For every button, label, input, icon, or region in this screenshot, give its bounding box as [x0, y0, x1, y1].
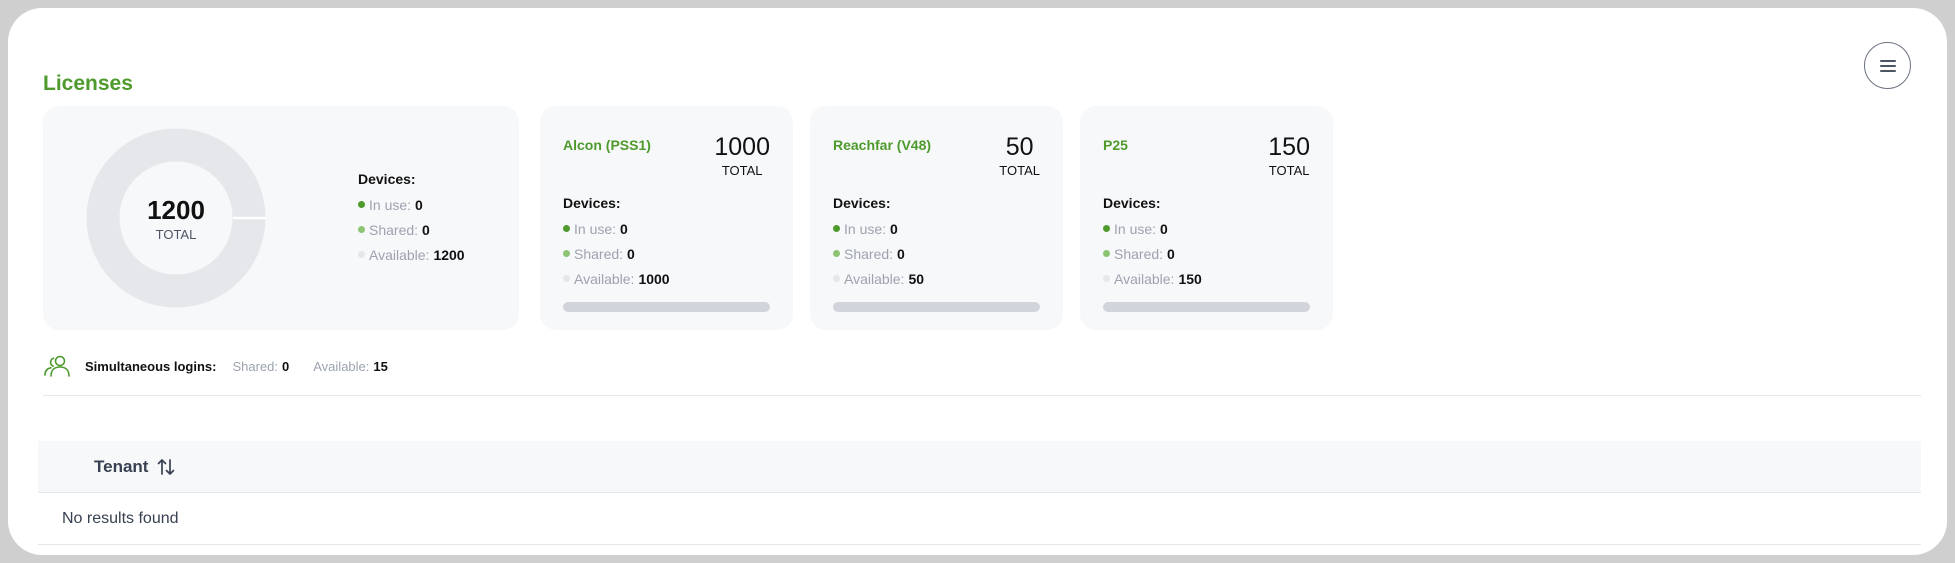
available-stat: Available: 150	[1103, 270, 1202, 287]
sim-available-value: 15	[373, 358, 388, 374]
empty-state-text: No results found	[62, 509, 179, 527]
column-label: Tenant	[94, 456, 149, 476]
total-label: TOTAL	[155, 226, 197, 242]
available-dot	[1103, 275, 1110, 282]
license-devices: Devices: In use: 0 Shared: 0 Available: 50	[833, 195, 924, 296]
column-header-tenant[interactable]: Tenant	[94, 457, 176, 477]
in-use-value: 0	[1160, 220, 1168, 237]
license-total-label: TOTAL	[999, 162, 1040, 178]
license-usage-bar	[833, 302, 1040, 312]
available-value: 1000	[638, 270, 670, 287]
license-card-alcon: Alcon (PSS1) 1000 TOTAL Devices: In use:…	[540, 106, 793, 330]
page-title: Licenses	[43, 72, 133, 95]
shared-dot	[833, 250, 840, 257]
available-label: Available:	[574, 270, 635, 287]
total-licenses-card: 1200 TOTAL Devices: In use: 0 Shared: 0 …	[43, 106, 519, 330]
users-icon	[44, 355, 70, 377]
sort-arrows-icon[interactable]	[156, 457, 176, 477]
total-value: 1200	[147, 194, 205, 225]
in-use-dot	[358, 201, 365, 208]
donut-center: 1200 TOTAL	[86, 128, 266, 308]
devices-heading: Devices:	[1103, 195, 1161, 211]
available-dot	[563, 275, 570, 282]
license-total-label: TOTAL	[1268, 162, 1310, 178]
in-use-dot	[563, 225, 570, 232]
shared-value: 0	[627, 245, 635, 262]
shared-dot	[563, 250, 570, 257]
shared-value: 0	[897, 245, 905, 262]
devices-heading: Devices:	[833, 195, 891, 211]
shared-value: 0	[422, 221, 430, 238]
available-stat: Available: 1200	[358, 246, 465, 263]
in-use-value: 0	[890, 220, 898, 237]
devices-heading: Devices:	[358, 171, 416, 187]
available-label: Available:	[369, 246, 430, 263]
in-use-dot	[833, 225, 840, 232]
section-divider	[43, 395, 1921, 396]
license-devices: Devices: In use: 0 Shared: 0 Available: 100…	[563, 195, 670, 296]
available-value: 150	[1178, 270, 1202, 287]
sim-shared-value: 0	[282, 358, 290, 374]
shared-label: Shared:	[369, 221, 419, 238]
devices-summary: Devices: In use: 0 Shared: 0 Available: …	[358, 171, 465, 272]
shared-stat: Shared: 0	[833, 245, 924, 262]
simultaneous-logins-label: Simultaneous logins:	[85, 358, 217, 374]
in-use-stat: In use: 0	[833, 220, 924, 237]
in-use-label: In use:	[574, 220, 617, 237]
license-usage-bar	[563, 302, 770, 312]
hamburger-menu-icon	[1879, 59, 1896, 72]
in-use-value: 0	[415, 196, 423, 213]
shared-label: Shared:	[844, 245, 894, 262]
license-usage-bar	[1103, 302, 1310, 312]
license-total: 150 TOTAL	[1268, 133, 1310, 178]
shared-value: 0	[1167, 245, 1175, 262]
license-total-value: 1000	[714, 133, 770, 161]
in-use-stat: In use: 0	[1103, 220, 1202, 237]
license-name: Reachfar (V48)	[833, 137, 932, 153]
in-use-dot	[1103, 225, 1110, 232]
in-use-value: 0	[620, 220, 628, 237]
shared-label: Shared:	[574, 245, 624, 262]
license-devices: Devices: In use: 0 Shared: 0 Available: 150	[1103, 195, 1202, 296]
in-use-stat: In use: 0	[358, 196, 465, 213]
license-total-value: 50	[1005, 133, 1034, 161]
available-label: Available:	[844, 270, 905, 287]
devices-heading: Devices:	[563, 195, 621, 211]
sim-shared-label: Shared:	[232, 358, 279, 374]
available-stat: Available: 50	[833, 270, 925, 287]
license-total: 50 TOTAL	[999, 133, 1040, 178]
menu-button[interactable]	[1864, 42, 1911, 89]
licenses-panel: Licenses 1200 TOTAL Devices: In use: 0 S…	[8, 8, 1947, 555]
table-row: No results found	[38, 493, 1921, 545]
in-use-label: In use:	[1114, 220, 1157, 237]
sim-available-label: Available:	[313, 358, 370, 374]
available-dot	[358, 251, 365, 258]
available-stat: Available: 1000	[563, 270, 670, 287]
shared-dot	[1103, 250, 1110, 257]
shared-stat: Shared: 0	[1103, 245, 1202, 262]
license-name: P25	[1103, 137, 1128, 153]
available-dot	[833, 275, 840, 282]
in-use-label: In use:	[844, 220, 887, 237]
available-value: 1200	[433, 246, 465, 263]
available-label: Available:	[1114, 270, 1175, 287]
table-header: Tenant	[38, 441, 1921, 493]
license-name: Alcon (PSS1)	[563, 137, 651, 153]
shared-dot	[358, 226, 365, 233]
shared-label: Shared:	[1114, 245, 1164, 262]
license-total-label: TOTAL	[721, 162, 763, 178]
in-use-stat: In use: 0	[563, 220, 670, 237]
in-use-label: In use:	[369, 196, 412, 213]
license-card-p25: P25 150 TOTAL Devices: In use: 0 Shared: 0…	[1080, 106, 1333, 330]
available-value: 50	[908, 270, 925, 287]
shared-stat: Shared: 0	[358, 221, 465, 238]
license-total-value: 150	[1268, 133, 1310, 161]
license-total: 1000 TOTAL	[714, 133, 770, 178]
shared-stat: Shared: 0	[563, 245, 670, 262]
simultaneous-logins-row: Simultaneous logins: Shared: 0 Available…	[43, 354, 412, 378]
license-card-reachfar: Reachfar (V48) 50 TOTAL Devices: In use:…	[810, 106, 1063, 330]
